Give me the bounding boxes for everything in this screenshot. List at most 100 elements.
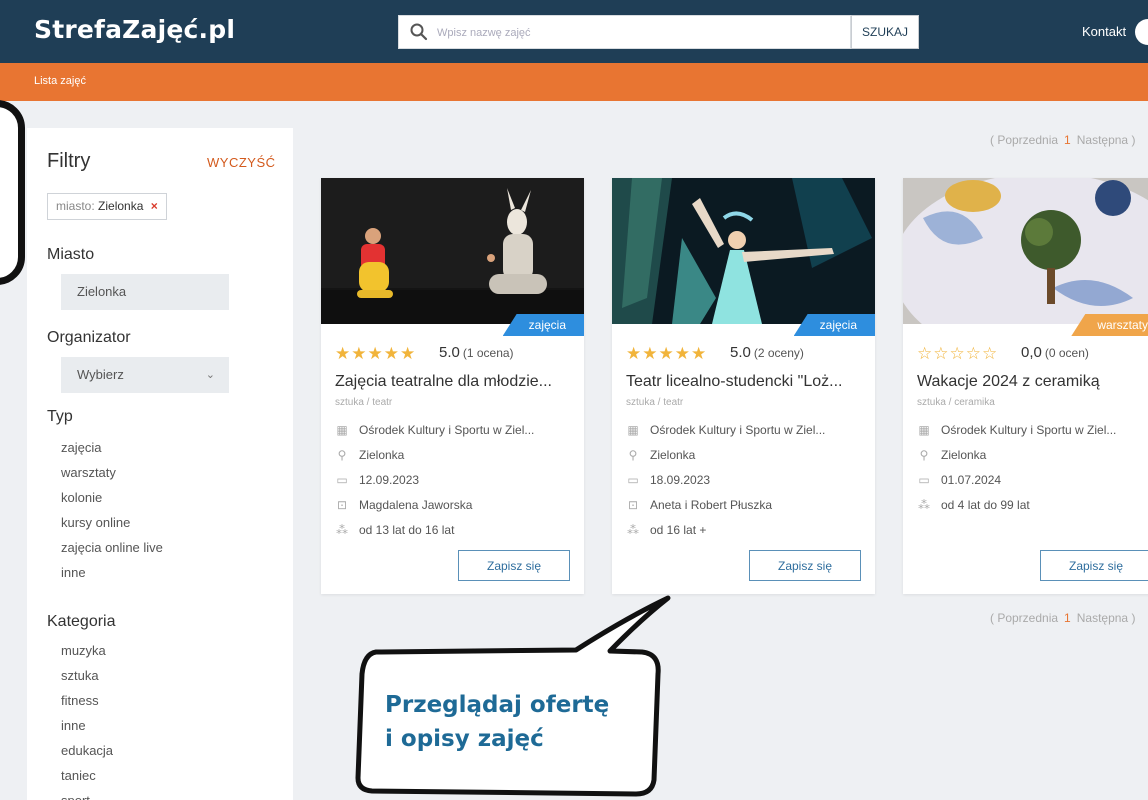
organizer-text: Ośrodek Kultury i Sportu w Ziel...: [359, 423, 535, 437]
chevron-down-icon: ⌄: [205, 369, 215, 381]
city-section-title: Miasto: [47, 246, 95, 263]
chip-value: Zielonka: [98, 199, 144, 213]
card-date: ▭ 01.07.2024: [917, 473, 1148, 487]
age-text: od 13 lat do 16 lat: [359, 523, 455, 537]
category-option[interactable]: edukacja: [61, 738, 113, 763]
building-icon: ▦: [336, 423, 348, 437]
card-teacher: ⊡ Magdalena Jaworska: [335, 498, 579, 512]
group-icon: ⁂: [627, 523, 639, 537]
enroll-button[interactable]: Zapisz się: [458, 550, 570, 581]
rating: 5.0 (2 oceny): [730, 344, 804, 361]
card-organizer: ▦ Ośrodek Kultury i Sportu w Ziel...: [917, 423, 1148, 437]
rating-count: (1 ocena): [462, 346, 514, 360]
card-date: ▭ 18.09.2023: [626, 473, 870, 487]
card-organizer: ▦ Ośrodek Kultury i Sportu w Ziel...: [626, 423, 870, 437]
type-option[interactable]: zajęcia online live: [61, 535, 163, 560]
age-text: od 4 lat do 99 lat: [941, 498, 1030, 512]
type-option[interactable]: warsztaty: [61, 460, 163, 485]
date-text: 18.09.2023: [650, 473, 711, 487]
building-icon: ▦: [627, 423, 639, 437]
card-age: ⁂ od 13 lat do 16 lat: [335, 523, 579, 537]
card-title[interactable]: Wakacje 2024 z ceramiką: [917, 373, 1148, 391]
rating-stars-icon: ☆☆☆☆☆: [917, 344, 999, 363]
type-option[interactable]: kursy online: [61, 510, 163, 535]
teacher-board-icon: ⊡: [627, 498, 639, 512]
event-card[interactable]: warsztaty ☆☆☆☆☆ 0,0 (0 ocen) Wakacje 2024…: [903, 178, 1148, 594]
organizer-section-title: Organizator: [47, 329, 131, 346]
site-logo[interactable]: StrefaZajęć.pl: [34, 15, 235, 44]
city-select[interactable]: Zielonka: [61, 274, 229, 310]
building-icon: ▦: [918, 423, 930, 437]
contact-link[interactable]: Kontakt: [1082, 24, 1126, 39]
calendar-icon: ▭: [336, 473, 348, 487]
avatar[interactable]: [1135, 19, 1148, 45]
city-text: Zielonka: [650, 448, 696, 462]
search-button[interactable]: SZUKAJ: [851, 15, 919, 49]
category-option[interactable]: sport: [61, 788, 113, 800]
remove-filter-icon[interactable]: ×: [151, 199, 158, 213]
type-option[interactable]: kolonie: [61, 485, 163, 510]
location-pin-icon: ⚲: [337, 448, 347, 462]
current-page[interactable]: 1: [1064, 611, 1071, 625]
card-city: ⚲ Zielonka: [335, 448, 579, 462]
date-text: 12.09.2023: [359, 473, 420, 487]
breadcrumb[interactable]: Lista zajęć: [34, 75, 86, 87]
callout-bracket: [0, 100, 25, 285]
teacher-text: Magdalena Jaworska: [359, 498, 473, 512]
search-box: [398, 15, 851, 49]
category-option[interactable]: inne: [61, 713, 113, 738]
category-option[interactable]: muzyka: [61, 638, 113, 663]
card-age: ⁂ od 4 lat do 99 lat: [917, 498, 1148, 512]
callout-text: Przeglądaj ofertę i opisy zajęć: [385, 688, 609, 756]
type-option[interactable]: zajęcia: [61, 435, 163, 460]
search-icon: [410, 23, 428, 41]
category-option[interactable]: sztuka: [61, 663, 113, 688]
prev-page-link[interactable]: ( Poprzednia: [990, 611, 1058, 625]
card-type-badge: zajęcia: [793, 314, 875, 336]
top-navbar: StrefaZajęć.pl SZUKAJ Kontakt: [0, 0, 1148, 63]
event-card[interactable]: zajęcia ★★★★★ 5.0 (1 ocena) Zajęcia teatr…: [321, 178, 584, 594]
event-photo: [903, 178, 1148, 324]
enroll-button[interactable]: Zapisz się: [1040, 550, 1148, 581]
rating-stars-icon: ★★★★★: [335, 344, 417, 363]
teacher-text: Aneta i Robert Płuszka: [650, 498, 773, 512]
card-title[interactable]: Teatr licealno-studencki "Loż...: [626, 373, 866, 391]
active-filter-chip: miasto: Zielonka ×: [47, 193, 167, 220]
event-photo: [321, 178, 584, 324]
calendar-icon: ▭: [627, 473, 639, 487]
next-page-link[interactable]: Następna ): [1077, 133, 1136, 147]
next-page-link[interactable]: Następna ): [1077, 611, 1136, 625]
clear-filters-button[interactable]: WYCZYŚĆ: [207, 155, 276, 170]
category-options: muzyka sztuka fitness inne edukacja tani…: [61, 638, 113, 800]
type-options: zajęcia warsztaty kolonie kursy online z…: [61, 435, 163, 585]
rating-value: 0,0: [1021, 344, 1042, 361]
rating-count: (2 oceny): [753, 346, 804, 360]
organizer-select[interactable]: Wybierz ⌄: [61, 357, 229, 393]
rating-value: 5.0: [730, 344, 751, 361]
filters-title: Filtry: [47, 150, 91, 172]
group-icon: ⁂: [336, 523, 348, 537]
enroll-button[interactable]: Zapisz się: [749, 550, 861, 581]
teacher-board-icon: ⊡: [336, 498, 348, 512]
type-option[interactable]: inne: [61, 560, 163, 585]
card-age: ⁂ od 16 lat +: [626, 523, 870, 537]
card-category: sztuka / ceramika: [917, 397, 995, 408]
card-city: ⚲ Zielonka: [917, 448, 1148, 462]
card-city: ⚲ Zielonka: [626, 448, 870, 462]
card-category: sztuka / teatr: [626, 397, 684, 408]
rating-count: (0 ocen): [1044, 346, 1089, 360]
card-category: sztuka / teatr: [335, 397, 393, 408]
category-option[interactable]: taniec: [61, 763, 113, 788]
pagination-bottom: ( Poprzednia 1 Następna ): [990, 611, 1135, 625]
category-option[interactable]: fitness: [61, 688, 113, 713]
type-section-title: Typ: [47, 408, 73, 425]
current-page[interactable]: 1: [1064, 133, 1071, 147]
organizer-text: Ośrodek Kultury i Sportu w Ziel...: [941, 423, 1117, 437]
location-pin-icon: ⚲: [919, 448, 929, 462]
search-input[interactable]: [437, 23, 837, 43]
chip-key: miasto:: [56, 199, 95, 213]
event-card[interactable]: zajęcia ★★★★★ 5.0 (2 oceny) Teatr licealn…: [612, 178, 875, 594]
callout-line-2: i opisy zajęć: [385, 726, 544, 752]
card-title[interactable]: Zajęcia teatralne dla młodzie...: [335, 373, 575, 391]
prev-page-link[interactable]: ( Poprzednia: [990, 133, 1058, 147]
